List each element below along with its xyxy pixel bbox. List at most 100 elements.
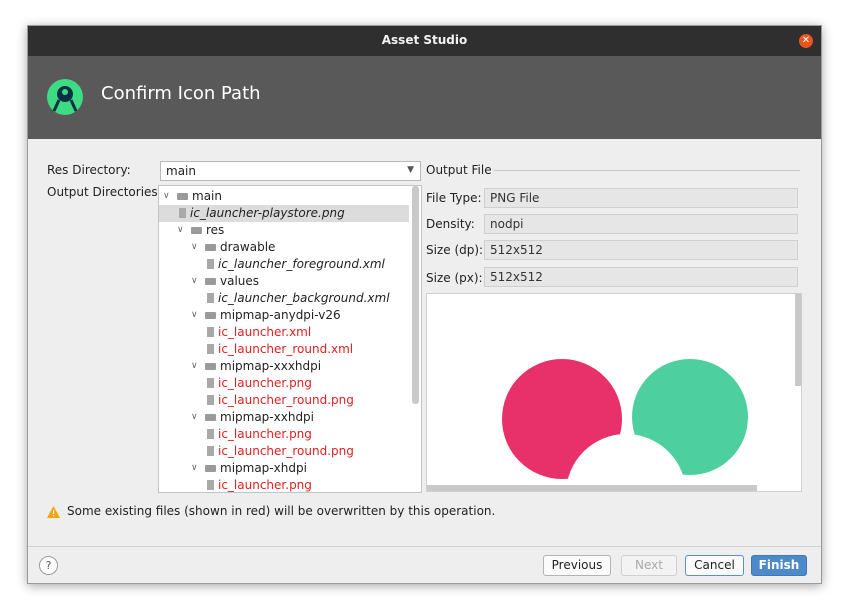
tree-scrollbar[interactable] bbox=[412, 186, 419, 404]
icon-preview bbox=[426, 293, 802, 492]
launcher-icon-preview bbox=[502, 359, 748, 491]
tree-file-label: ic_launcher.png bbox=[218, 376, 312, 390]
dialog-footer: ? Previous Next Cancel Finish bbox=[28, 546, 821, 583]
preview-horizontal-scrollbar[interactable] bbox=[427, 485, 757, 491]
folder-icon bbox=[205, 363, 216, 370]
size-px-value: 512x512 bbox=[490, 270, 543, 284]
tree-file-row[interactable]: ic_launcher.png bbox=[159, 477, 409, 492]
close-icon[interactable]: ✕ bbox=[799, 34, 813, 48]
cancel-button[interactable]: Cancel bbox=[685, 555, 744, 576]
file-icon bbox=[179, 208, 186, 218]
tree-folder-label: mipmap-xxxhdpi bbox=[220, 359, 322, 373]
res-directory-label: Res Directory: bbox=[47, 163, 131, 177]
file-icon bbox=[207, 344, 214, 354]
res-directory-dropdown[interactable]: main ▼ bbox=[160, 161, 421, 181]
android-studio-logo-icon bbox=[47, 79, 83, 115]
chevron-down-icon[interactable]: ∨ bbox=[191, 460, 201, 477]
file-icon bbox=[207, 429, 214, 439]
chevron-down-icon[interactable]: ∨ bbox=[191, 307, 201, 324]
tree-file-label: ic_launcher_round.xml bbox=[218, 342, 354, 356]
warning-message: Some existing files (shown in red) will … bbox=[67, 504, 496, 518]
tree-folder-label: mipmap-xhdpi bbox=[220, 461, 307, 475]
file-icon bbox=[207, 327, 214, 337]
chevron-down-icon[interactable]: ∨ bbox=[191, 358, 201, 375]
file-type-field: PNG File bbox=[484, 188, 798, 208]
tree-folder-row[interactable]: ∨ values bbox=[159, 273, 409, 290]
tree-file-row[interactable]: ic_launcher_foreground.xml bbox=[159, 256, 409, 273]
output-directories-tree[interactable]: ∨ main ic_launcher-playstore.png ∨ res ∨ drawa… bbox=[158, 185, 422, 493]
help-button[interactable]: ? bbox=[39, 556, 58, 575]
size-px-label: Size (px): bbox=[426, 271, 483, 285]
res-directory-value: main bbox=[166, 164, 196, 178]
window-title: Asset Studio bbox=[381, 33, 468, 47]
folder-icon bbox=[177, 193, 188, 200]
file-icon bbox=[207, 259, 214, 269]
tree-file-label: ic_launcher_round.png bbox=[218, 393, 354, 407]
folder-icon bbox=[205, 244, 216, 251]
finish-button[interactable]: Finish bbox=[751, 555, 807, 576]
chevron-down-icon[interactable]: ∨ bbox=[177, 222, 187, 239]
tree-file-row[interactable]: ic_launcher.xml bbox=[159, 324, 409, 341]
file-icon bbox=[207, 480, 214, 490]
file-icon bbox=[207, 378, 214, 388]
file-type-label: File Type: bbox=[426, 191, 482, 205]
page-title: Confirm Icon Path bbox=[101, 83, 261, 104]
tree-file-label: ic_launcher_background.xml bbox=[218, 291, 390, 305]
tree-folder-row[interactable]: ∨ mipmap-xxxhdpi bbox=[159, 358, 409, 375]
tree-folder-row[interactable]: ∨ res bbox=[159, 222, 409, 239]
warning-icon bbox=[47, 506, 60, 518]
tree-folder-label: values bbox=[220, 274, 260, 288]
tree-file-label: ic_launcher_foreground.xml bbox=[218, 257, 385, 271]
size-dp-value: 512x512 bbox=[490, 243, 543, 257]
tree-folder-label: mipmap-xxhdpi bbox=[220, 410, 315, 424]
tree-file-label: ic_launcher_round.png bbox=[218, 444, 354, 458]
folder-icon bbox=[205, 312, 216, 319]
tree-folder-label: res bbox=[206, 223, 225, 237]
tree-file-row[interactable]: ic_launcher_round.png bbox=[159, 443, 409, 460]
chevron-down-icon[interactable]: ∨ bbox=[191, 273, 201, 290]
tree-folder-label: main bbox=[192, 189, 222, 203]
tree-folder-row[interactable]: ∨ mipmap-anydpi-v26 bbox=[159, 307, 409, 324]
size-px-field: 512x512 bbox=[484, 267, 798, 287]
previous-button[interactable]: Previous bbox=[543, 555, 611, 576]
tree-file-row[interactable]: ic_launcher.png bbox=[159, 375, 409, 392]
size-dp-field: 512x512 bbox=[484, 240, 798, 260]
chevron-down-icon[interactable]: ∨ bbox=[191, 409, 201, 426]
size-dp-label: Size (dp): bbox=[426, 243, 484, 257]
chevron-down-icon[interactable]: ∨ bbox=[191, 239, 201, 256]
file-icon bbox=[207, 446, 214, 456]
chevron-down-icon[interactable]: ∨ bbox=[163, 188, 173, 205]
folder-icon bbox=[205, 414, 216, 421]
chevron-down-icon: ▼ bbox=[407, 165, 414, 175]
file-icon bbox=[207, 293, 214, 303]
output-file-header: Output File bbox=[426, 163, 492, 177]
tree-file-label: ic_launcher-playstore.png bbox=[190, 206, 345, 220]
folder-icon bbox=[191, 227, 202, 234]
tree-file-row[interactable]: ic_launcher-playstore.png bbox=[159, 205, 409, 222]
tree-folder-row[interactable]: ∨ main bbox=[159, 188, 409, 205]
tree-file-row[interactable]: ic_launcher_round.png bbox=[159, 392, 409, 409]
file-type-value: PNG File bbox=[490, 191, 540, 205]
title-bar: Asset Studio ✕ bbox=[28, 26, 821, 56]
tree-file-label: ic_launcher.png bbox=[218, 427, 312, 441]
asset-studio-dialog: Asset Studio ✕ Confirm Icon Path Res Dir… bbox=[27, 25, 822, 584]
section-divider bbox=[494, 170, 800, 171]
tree-file-row[interactable]: ic_launcher_round.xml bbox=[159, 341, 409, 358]
preview-vertical-scrollbar[interactable] bbox=[795, 294, 801, 386]
tree-folder-label: mipmap-anydpi-v26 bbox=[220, 308, 341, 322]
folder-icon bbox=[205, 465, 216, 472]
tree-file-row[interactable]: ic_launcher.png bbox=[159, 426, 409, 443]
output-directories-label: Output Directories: bbox=[47, 185, 162, 199]
tree-file-row[interactable]: ic_launcher_background.xml bbox=[159, 290, 409, 307]
tree-folder-row[interactable]: ∨ mipmap-xxhdpi bbox=[159, 409, 409, 426]
tree-folder-row[interactable]: ∨ drawable bbox=[159, 239, 409, 256]
tree-file-label: ic_launcher.png bbox=[218, 478, 312, 492]
next-button[interactable]: Next bbox=[621, 555, 677, 576]
density-value: nodpi bbox=[490, 217, 524, 231]
tree-file-label: ic_launcher.xml bbox=[218, 325, 312, 339]
file-icon bbox=[207, 395, 214, 405]
density-label: Density: bbox=[426, 217, 475, 231]
density-field: nodpi bbox=[484, 214, 798, 234]
tree-folder-row[interactable]: ∨ mipmap-xhdpi bbox=[159, 460, 409, 477]
tree-folder-label: drawable bbox=[220, 240, 276, 254]
